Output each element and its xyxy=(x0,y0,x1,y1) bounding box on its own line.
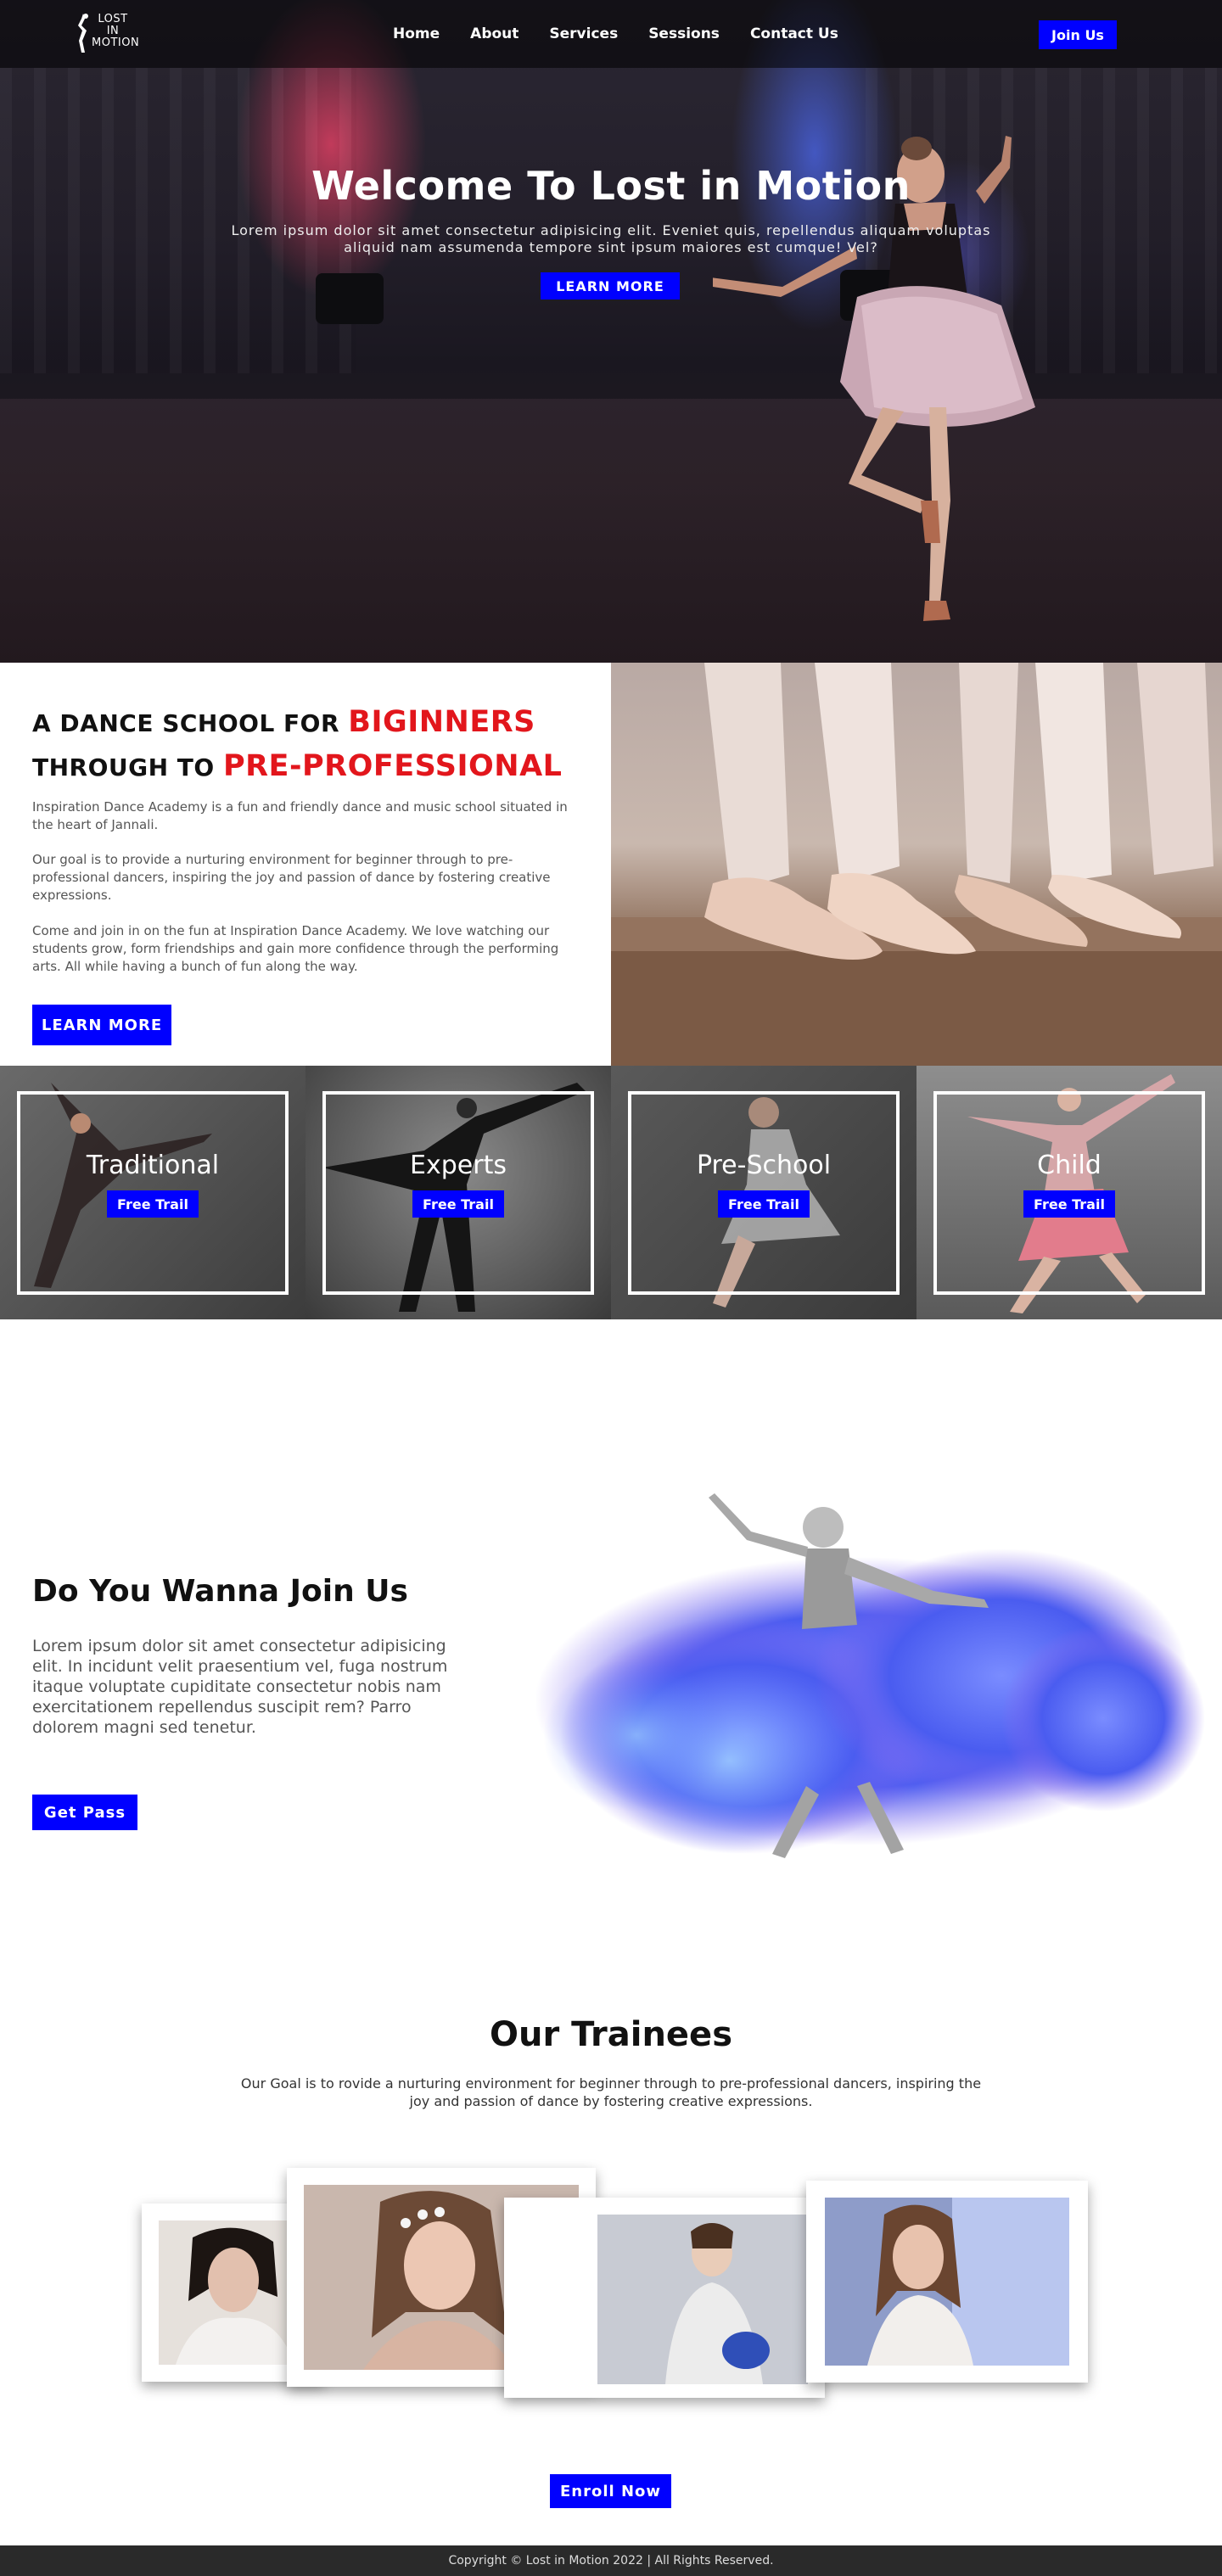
logo-line: LOST xyxy=(98,13,128,25)
nav-link-services[interactable]: Services xyxy=(549,25,618,42)
join-text: Lorem ipsum dolor sit amet consectetur a… xyxy=(32,1637,448,1737)
trainees-text: Our Goal is to rovide a nurturing enviro… xyxy=(240,2075,982,2109)
nav-link-contact[interactable]: Contact Us xyxy=(750,25,838,42)
site-logo[interactable]: LOST IN MOTION xyxy=(75,10,148,58)
about-text-panel: A DANCE SCHOOL FOR BIGINNERS THROUGH TO … xyxy=(0,663,611,1066)
category-card-child[interactable]: Child Free Trail xyxy=(916,1066,1222,1319)
nav-menu: Home About Services Sessions Contact Us xyxy=(393,0,869,68)
spotlight-fixture xyxy=(316,273,384,324)
trainees-heading: Our Trainees xyxy=(490,2015,732,2054)
about-heading-prefix-1: A DANCE SCHOOL FOR xyxy=(32,709,349,737)
top-navbar: LOST IN MOTION Home About Services Sessi… xyxy=(0,0,1222,68)
about-heading: A DANCE SCHOOL FOR BIGINNERS THROUGH TO … xyxy=(32,701,562,789)
about-paragraph: Inspiration Dance Academy is a fun and f… xyxy=(32,799,568,832)
about-heading-highlight-2: PRE-PROFESSIONAL xyxy=(222,749,563,783)
join-heading: Do You Wanna Join Us xyxy=(32,1574,408,1609)
hero-subtitle: Lorem ipsum dolor sit amet consectetur a… xyxy=(231,222,991,255)
category-label: Experts xyxy=(410,1151,507,1180)
category-label: Pre-School xyxy=(696,1151,832,1180)
free-trial-button[interactable]: Free Trail xyxy=(412,1190,504,1218)
trainees-section: Our Trainees Our Goal is to rovide a nur… xyxy=(0,1947,1222,2545)
logo-line: MOTION xyxy=(92,36,140,49)
category-card-traditional[interactable]: Traditional Free Trail xyxy=(0,1066,306,1319)
category-card-pre-school[interactable]: Pre-School Free Trail xyxy=(611,1066,916,1319)
ballet-shoes-image xyxy=(611,663,1222,1066)
about-paragraph: Our goal is to provide a nurturing envir… xyxy=(32,852,551,903)
stage-curtain-left xyxy=(0,68,356,373)
nav-link-home[interactable]: Home xyxy=(393,25,440,42)
site-footer: Copyright © Lost in Motion 2022 | All Ri… xyxy=(0,2545,1222,2576)
trainee-card[interactable] xyxy=(806,2181,1088,2383)
about-section: A DANCE SCHOOL FOR BIGINNERS THROUGH TO … xyxy=(0,663,1222,1066)
trainee-photo xyxy=(825,2198,1069,2366)
hero-title: Welcome To Lost in Motion xyxy=(311,163,911,209)
blue-smoke-dancer-image xyxy=(535,1493,1205,1858)
hero-section: LOST IN MOTION Home About Services Sessi… xyxy=(0,0,1222,663)
logo-line: IN xyxy=(106,25,120,37)
enroll-now-button[interactable]: Enroll Now xyxy=(550,2474,671,2508)
about-heading-highlight-1: BIGINNERS xyxy=(348,705,535,739)
nav-link-about[interactable]: About xyxy=(470,25,519,42)
join-section: Do You Wanna Join Us Lorem ipsum dolor s… xyxy=(0,1319,1222,1947)
trainee-photo xyxy=(597,2215,808,2384)
nav-link-sessions[interactable]: Sessions xyxy=(648,25,720,42)
about-paragraph: Come and join in on the fun at Inspirati… xyxy=(32,923,559,974)
get-pass-button[interactable]: Get Pass xyxy=(32,1795,137,1830)
trainee-photo xyxy=(159,2220,307,2365)
category-card-experts[interactable]: Experts Free Trail xyxy=(306,1066,611,1319)
category-label: Traditional xyxy=(86,1151,220,1180)
dancer-logo-icon xyxy=(78,14,88,53)
free-trial-button[interactable]: Free Trail xyxy=(1023,1190,1115,1218)
join-us-button[interactable]: Join Us xyxy=(1039,20,1117,49)
category-label: Child xyxy=(1037,1151,1101,1180)
hero-learn-more-button[interactable]: LEARN MORE xyxy=(541,272,680,300)
about-heading-prefix-2: THROUGH TO xyxy=(32,753,223,781)
about-learn-more-button[interactable]: LEARN MORE xyxy=(32,1005,171,1045)
free-trial-button[interactable]: Free Trail xyxy=(718,1190,810,1218)
dance-categories: Traditional Free Trail Experts Free Trai… xyxy=(0,1066,1222,1319)
trainee-card[interactable] xyxy=(504,2198,825,2398)
copyright-text: Copyright © Lost in Motion 2022 | All Ri… xyxy=(448,2554,774,2568)
free-trial-button[interactable]: Free Trail xyxy=(107,1190,199,1218)
